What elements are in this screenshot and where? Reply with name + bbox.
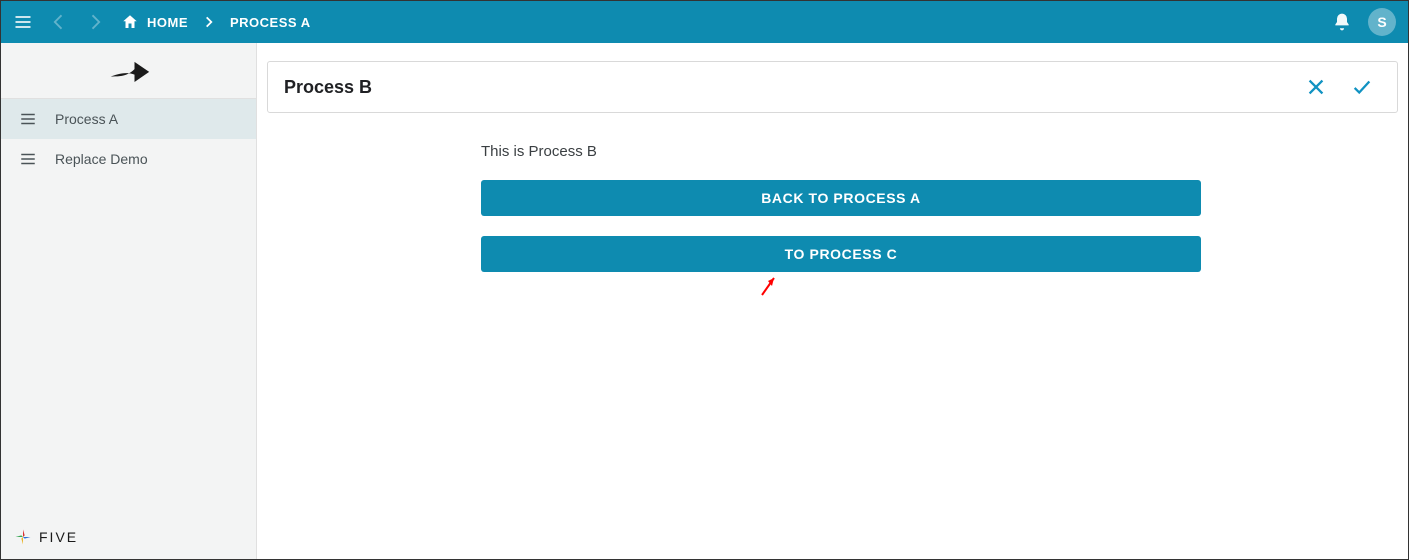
sidebar-items: Process A Replace Demo bbox=[1, 99, 256, 515]
close-icon[interactable] bbox=[1297, 72, 1335, 102]
process-description: This is Process B bbox=[481, 143, 1201, 160]
check-icon[interactable] bbox=[1343, 72, 1381, 102]
bell-icon[interactable] bbox=[1332, 12, 1352, 32]
breadcrumb-home[interactable]: HOME bbox=[121, 13, 188, 31]
top-bar: HOME PROCESS A S bbox=[1, 1, 1408, 43]
to-process-c-button[interactable]: TO PROCESS C bbox=[481, 236, 1201, 272]
annotation-arrow-icon bbox=[759, 273, 779, 297]
sidebar-top bbox=[1, 43, 256, 99]
share-arrow-icon[interactable] bbox=[107, 56, 151, 86]
menu-icon[interactable] bbox=[13, 12, 33, 32]
breadcrumb: HOME PROCESS A bbox=[121, 13, 311, 31]
avatar-initial: S bbox=[1377, 14, 1386, 30]
chevron-right-icon bbox=[202, 15, 216, 29]
panel-header: Process B bbox=[267, 61, 1398, 113]
body: Process A Replace Demo FIVE bbox=[1, 43, 1408, 559]
back-arrow-icon[interactable] bbox=[49, 12, 69, 32]
sidebar-item-process-a[interactable]: Process A bbox=[1, 99, 256, 139]
home-icon bbox=[121, 13, 139, 31]
forward-arrow-icon[interactable] bbox=[85, 12, 105, 32]
breadcrumb-current-label: PROCESS A bbox=[230, 15, 311, 30]
sidebar-item-label: Replace Demo bbox=[55, 151, 148, 167]
breadcrumb-current[interactable]: PROCESS A bbox=[230, 15, 311, 30]
brand-label: FIVE bbox=[39, 529, 78, 545]
back-to-process-a-button[interactable]: BACK TO PROCESS A bbox=[481, 180, 1201, 216]
panel-content: This is Process B BACK TO PROCESS A TO P… bbox=[267, 113, 1398, 272]
hamburger-icon bbox=[19, 110, 37, 128]
hamburger-icon bbox=[19, 150, 37, 168]
sidebar-item-label: Process A bbox=[55, 111, 118, 127]
sidebar-item-replace-demo[interactable]: Replace Demo bbox=[1, 139, 256, 179]
breadcrumb-home-label: HOME bbox=[147, 15, 188, 30]
page-title: Process B bbox=[284, 77, 1289, 98]
main-area: Process B This is Process B BACK TO PROC… bbox=[257, 43, 1408, 559]
avatar[interactable]: S bbox=[1368, 8, 1396, 36]
sidebar-footer: FIVE bbox=[1, 515, 256, 559]
five-logo-icon: FIVE bbox=[13, 527, 78, 547]
sidebar: Process A Replace Demo FIVE bbox=[1, 43, 257, 559]
